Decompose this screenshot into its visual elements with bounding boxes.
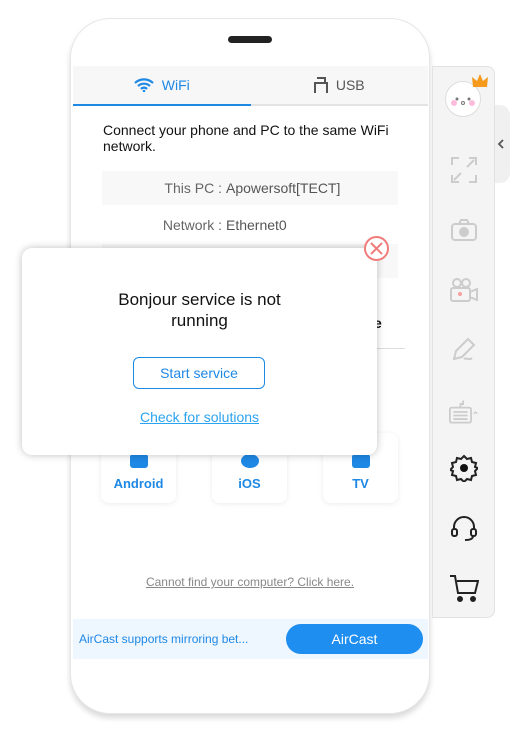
check-solutions-link[interactable]: Check for solutions [22, 409, 377, 425]
tab-label: USB [335, 77, 365, 93]
pen-icon[interactable] [449, 335, 479, 365]
usb-icon [313, 77, 328, 93]
camera-icon[interactable] [449, 215, 479, 245]
settings-icon[interactable] [449, 453, 479, 483]
tab-usb[interactable]: USB [250, 66, 428, 106]
connection-tabs: WiFi USB [73, 66, 428, 106]
android-icon [129, 454, 148, 468]
record-icon[interactable] [449, 275, 479, 305]
close-icon [370, 242, 383, 255]
info-row-network: Network : Ethernet0 [102, 208, 398, 242]
aircast-button[interactable]: AirCast [286, 624, 423, 654]
cannot-find-link[interactable]: Cannot find your computer? Click here. [0, 575, 500, 589]
close-dialog-button[interactable] [364, 236, 389, 261]
instruction-text: Connect your phone and PC to the same Wi… [103, 122, 389, 154]
phone-notch [228, 36, 272, 43]
sidebar-collapse-button[interactable] [495, 105, 510, 183]
apple-icon [240, 454, 259, 468]
tab-wifi[interactable]: WiFi [73, 66, 251, 106]
fullscreen-icon[interactable] [449, 155, 479, 185]
device-label: Android [113, 476, 164, 491]
aircast-message: AirCast supports mirroring bet... [79, 632, 249, 646]
chevron-left-icon [497, 139, 504, 149]
dialog-title: Bonjour service is not running [118, 290, 281, 330]
tv-icon [351, 454, 370, 468]
start-service-button[interactable]: Start service [133, 357, 265, 389]
info-value: Ethernet0 [226, 217, 287, 233]
device-label: TV [352, 476, 369, 491]
cart-icon[interactable] [449, 573, 479, 603]
info-key: Network : [162, 217, 222, 233]
aircast-bar: AirCast supports mirroring bet... AirCas… [73, 619, 428, 659]
wifi-icon [133, 78, 154, 92]
info-value: Apowersoft[TECT] [226, 180, 341, 196]
keyboard-icon[interactable] [449, 397, 479, 427]
bonjour-dialog: Bonjour service is not running Start ser… [22, 248, 377, 455]
crown-icon [472, 74, 488, 87]
tab-label: WiFi [161, 77, 190, 93]
info-row-pc: This PC : Apowersoft[TECT] [102, 171, 398, 205]
sidebar [432, 66, 495, 618]
device-label: iOS [238, 476, 261, 491]
cannot-find-text: Cannot find your computer? Click here. [145, 575, 355, 589]
headset-icon[interactable] [449, 513, 479, 543]
info-key: This PC : [164, 180, 222, 196]
